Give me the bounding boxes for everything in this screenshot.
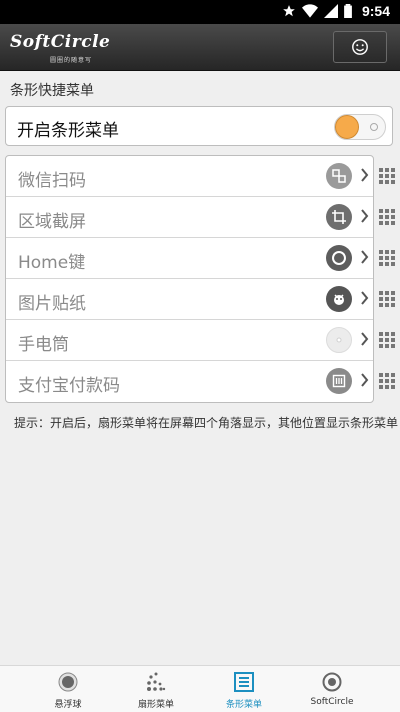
- battery-icon: [344, 4, 352, 18]
- switch-off-indicator: [370, 123, 378, 131]
- feedback-button[interactable]: [333, 31, 387, 63]
- chevron-right-icon: [361, 291, 369, 305]
- drag-handle-icon[interactable]: [379, 209, 395, 225]
- wechat-scan-icon: [326, 163, 352, 189]
- flashlight-icon: [326, 327, 352, 353]
- menu-item-alipay-code[interactable]: 支付宝付款码: [6, 361, 373, 402]
- enable-bar-menu-row[interactable]: 开启条形菜单: [5, 106, 393, 146]
- menu-item-label: Home键: [18, 253, 86, 273]
- menu-item-label: 微信扫码: [18, 171, 86, 191]
- app-logo-subtitle: 圆圈的随意写: [50, 57, 93, 64]
- chevron-right-icon: [361, 209, 369, 223]
- menu-item-label: 手电筒: [18, 335, 69, 355]
- drag-handle-icon[interactable]: [379, 373, 395, 389]
- tab-label: SoftCircle: [310, 697, 354, 707]
- menu-item-label: 区域截屏: [18, 212, 86, 232]
- drag-handle-icon[interactable]: [379, 291, 395, 307]
- menu-item-list: 微信扫码 区域截屏 Home键 图片贴纸 手电筒 支付宝付款码: [5, 155, 374, 403]
- tab-fan-menu[interactable]: 扇形菜单: [106, 666, 206, 712]
- menu-item-label: 图片贴纸: [18, 294, 86, 314]
- chevron-right-icon: [361, 250, 369, 264]
- menu-item-flashlight[interactable]: 手电筒: [6, 320, 373, 361]
- drag-handle-icon[interactable]: [379, 168, 395, 184]
- sticker-icon: [326, 286, 352, 312]
- menu-item-home-key[interactable]: Home键: [6, 238, 373, 279]
- chevron-right-icon: [361, 168, 369, 182]
- tab-label: 条形菜单: [225, 700, 262, 710]
- star-icon: [283, 5, 295, 17]
- tab-floating-ball[interactable]: 悬浮球: [18, 666, 118, 712]
- fan-menu-icon: [147, 672, 166, 691]
- chevron-right-icon: [361, 332, 369, 346]
- bottom-navigation: 悬浮球 扇形菜单 条形菜单 SoftCircle: [0, 665, 400, 712]
- softcircle-icon: [322, 672, 342, 692]
- drag-handle-icon[interactable]: [379, 332, 395, 348]
- section-title: 条形快捷菜单: [10, 83, 94, 99]
- floating-ball-icon: [58, 672, 78, 692]
- switch-knob: [335, 115, 359, 139]
- app-logo: SoftCircle: [10, 32, 111, 52]
- wifi-icon: [302, 4, 318, 18]
- payment-code-icon: [326, 368, 352, 394]
- enable-bar-menu-switch[interactable]: [334, 114, 386, 140]
- status-bar: 9:54: [0, 0, 400, 24]
- tab-softcircle[interactable]: SoftCircle: [282, 666, 382, 712]
- menu-item-label: 支付宝付款码: [18, 376, 120, 396]
- app-bar: SoftCircle 圆圈的随意写: [0, 24, 400, 71]
- smiley-icon: [352, 39, 368, 55]
- bar-menu-icon: [234, 672, 254, 692]
- menu-item-wechat-scan[interactable]: 微信扫码: [6, 156, 373, 197]
- signal-icon: [324, 4, 338, 18]
- menu-item-area-screenshot[interactable]: 区域截屏: [6, 197, 373, 238]
- menu-item-image-sticker[interactable]: 图片贴纸: [6, 279, 373, 320]
- tip-text: 提示：开启后，扇形菜单将在屏幕四个角落显示，其他位置显示条形菜单: [14, 416, 399, 430]
- tab-label: 扇形菜单: [137, 700, 174, 710]
- status-time: 9:54: [361, 3, 390, 19]
- chevron-right-icon: [361, 373, 369, 387]
- tab-bar-menu[interactable]: 条形菜单: [194, 666, 294, 712]
- tab-label: 悬浮球: [54, 700, 82, 710]
- enable-bar-menu-label: 开启条形菜单: [17, 121, 119, 141]
- crop-icon: [326, 204, 352, 230]
- status-icons: [282, 4, 352, 18]
- drag-handle-icon[interactable]: [379, 250, 395, 266]
- home-circle-icon: [326, 245, 352, 271]
